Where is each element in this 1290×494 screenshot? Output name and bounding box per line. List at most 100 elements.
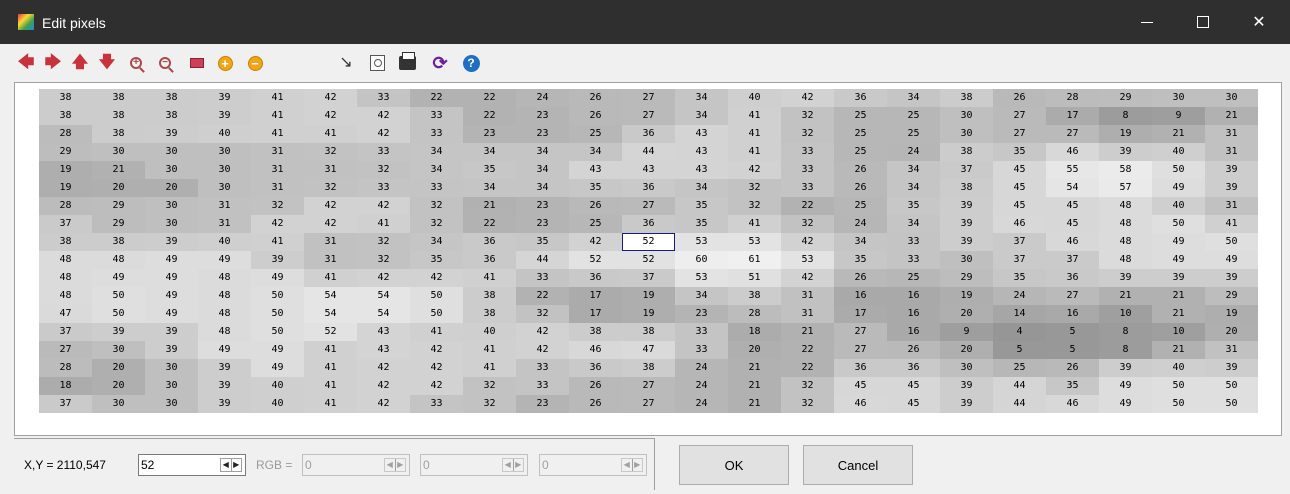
pixel-cell[interactable]: 41 [304, 341, 357, 359]
pixel-cell[interactable]: 40 [1152, 197, 1205, 215]
pixel-cell[interactable]: 49 [198, 251, 251, 269]
pixel-cell[interactable]: 32 [728, 197, 781, 215]
pixel-cell[interactable]: 21 [463, 197, 516, 215]
pixel-cell[interactable]: 35 [887, 197, 940, 215]
pixel-cell[interactable]: 38 [622, 359, 675, 377]
pixel-cell[interactable]: 50 [1205, 395, 1258, 413]
pixel-cell[interactable]: 33 [516, 269, 569, 287]
pixel-cell[interactable]: 17 [834, 305, 887, 323]
pixel-cell[interactable]: 25 [834, 197, 887, 215]
pixel-cell[interactable]: 30 [145, 359, 198, 377]
pixel-cell[interactable]: 58 [1099, 161, 1152, 179]
pixel-cell[interactable]: 33 [516, 359, 569, 377]
pixel-cell[interactable]: 5 [1046, 341, 1099, 359]
pixel-cell[interactable]: 48 [39, 251, 92, 269]
pixel-value-input[interactable] [141, 457, 211, 473]
pixel-cell[interactable]: 46 [1046, 395, 1099, 413]
pixel-cell[interactable]: 28 [1046, 89, 1099, 107]
pixel-cell[interactable]: 35 [1046, 377, 1099, 395]
pixel-cell[interactable]: 26 [1046, 359, 1099, 377]
pixel-cell[interactable]: 31 [198, 197, 251, 215]
pixel-cell[interactable]: 21 [1152, 287, 1205, 305]
pixel-cell[interactable]: 38 [940, 179, 993, 197]
pixel-cell[interactable]: 32 [516, 305, 569, 323]
pixel-cell[interactable]: 54 [357, 287, 410, 305]
pixel-cell[interactable]: 33 [357, 89, 410, 107]
pixel-cell[interactable]: 34 [463, 143, 516, 161]
pixel-cell[interactable]: 27 [622, 377, 675, 395]
pixel-cell[interactable]: 30 [940, 251, 993, 269]
pixel-cell[interactable]: 43 [675, 125, 728, 143]
pixel-cell[interactable]: 36 [622, 125, 675, 143]
pixel-cell[interactable]: 21 [728, 377, 781, 395]
pixel-cell[interactable]: 34 [410, 161, 463, 179]
pixel-cell[interactable]: 32 [304, 179, 357, 197]
pixel-cell[interactable]: 8 [1099, 107, 1152, 125]
pixel-cell[interactable]: 39 [145, 323, 198, 341]
pixel-cell[interactable]: 48 [1099, 197, 1152, 215]
pixel-cell[interactable]: 55 [1046, 161, 1099, 179]
pixel-cell[interactable]: 32 [357, 233, 410, 251]
pixel-cell[interactable]: 27 [993, 107, 1046, 125]
pixel-cell[interactable]: 41 [304, 269, 357, 287]
pixel-cell[interactable]: 42 [357, 269, 410, 287]
pixel-cell[interactable]: 38 [92, 233, 145, 251]
pixel-cell[interactable]: 38 [622, 323, 675, 341]
pixel-cell[interactable]: 21 [728, 359, 781, 377]
pixel-cell[interactable]: 30 [940, 125, 993, 143]
pixel-cell[interactable]: 39 [1205, 161, 1258, 179]
pixel-cell[interactable]: 36 [622, 179, 675, 197]
pixel-cell[interactable]: 37 [622, 269, 675, 287]
pixel-cell[interactable]: 41 [1205, 215, 1258, 233]
pixel-cell[interactable]: 49 [145, 305, 198, 323]
pixel-cell[interactable]: 32 [357, 251, 410, 269]
pixel-cell[interactable]: 41 [304, 359, 357, 377]
pixel-cell[interactable]: 21 [1099, 287, 1152, 305]
pixel-cell[interactable]: 27 [834, 323, 887, 341]
pixel-cell[interactable]: 30 [940, 107, 993, 125]
cancel-button[interactable]: Cancel [803, 445, 913, 485]
pixel-cell[interactable]: 36 [834, 89, 887, 107]
pixel-cell[interactable]: 22 [463, 107, 516, 125]
pixel-cell[interactable]: 30 [1205, 89, 1258, 107]
pixel-cell[interactable]: 38 [940, 143, 993, 161]
pixel-cell[interactable]: 31 [304, 251, 357, 269]
pixel-cell[interactable]: 50 [1205, 233, 1258, 251]
pixel-cell[interactable]: 22 [781, 341, 834, 359]
pixel-cell[interactable]: 22 [781, 359, 834, 377]
pixel-cell[interactable]: 41 [728, 143, 781, 161]
pixel-cell[interactable]: 33 [887, 251, 940, 269]
pixel-cell[interactable]: 8 [1099, 323, 1152, 341]
pixel-cell[interactable]: 43 [675, 161, 728, 179]
pixel-cell[interactable]: 34 [410, 143, 463, 161]
move-up-button[interactable]: 🡅 [70, 53, 90, 73]
pixel-cell[interactable]: 23 [516, 395, 569, 413]
close-button[interactable]: ✕ [1232, 0, 1286, 44]
spin-right-icon[interactable]: ▶ [230, 459, 242, 471]
pixel-cell[interactable]: 32 [728, 179, 781, 197]
pixel-cell[interactable]: 34 [675, 287, 728, 305]
pixel-cell[interactable]: 17 [569, 305, 622, 323]
pixel-cell[interactable]: 27 [622, 197, 675, 215]
pixel-cell[interactable]: 45 [993, 197, 1046, 215]
pixel-cell[interactable]: 48 [92, 251, 145, 269]
pixel-cell[interactable]: 20 [940, 305, 993, 323]
pixel-cell[interactable]: 45 [834, 377, 887, 395]
pixel-cell[interactable]: 41 [304, 377, 357, 395]
pixel-cell[interactable]: 41 [410, 323, 463, 341]
pixel-cell[interactable]: 47 [39, 305, 92, 323]
pixel-cell[interactable]: 50 [92, 287, 145, 305]
pixel-cell[interactable]: 30 [92, 143, 145, 161]
pixel-cell[interactable]: 24 [675, 395, 728, 413]
pixel-cell[interactable]: 39 [145, 233, 198, 251]
pixel-cell[interactable]: 39 [940, 377, 993, 395]
pixel-cell[interactable]: 29 [39, 143, 92, 161]
pixel-cell[interactable]: 22 [463, 89, 516, 107]
pixel-cell[interactable]: 41 [251, 107, 304, 125]
pixel-cell[interactable]: 33 [887, 233, 940, 251]
pixel-cell[interactable]: 36 [834, 359, 887, 377]
pixel-cell[interactable]: 20 [92, 179, 145, 197]
pixel-cell[interactable]: 25 [834, 125, 887, 143]
pixel-cell[interactable]: 31 [1205, 197, 1258, 215]
pixel-cell[interactable]: 22 [781, 197, 834, 215]
